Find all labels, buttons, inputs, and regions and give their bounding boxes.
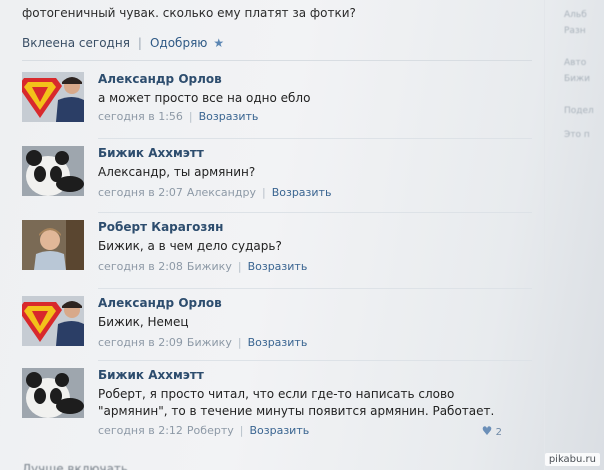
watermark: pikabu.ru: [544, 453, 600, 466]
divider: [22, 60, 532, 61]
comment-author[interactable]: Роберт Карагозян: [98, 220, 223, 234]
comment: Александр Орлов а может просто все на од…: [22, 72, 532, 142]
reply-to[interactable]: Александру: [187, 186, 256, 199]
reply-to[interactable]: Бижику: [187, 260, 232, 273]
comment: Бижик Аххмэтт Роберт, я просто читал, чт…: [22, 360, 532, 448]
comment-footer: сегодня в 2:07 Александру | Возразить: [98, 186, 331, 199]
comment-time[interactable]: сегодня в 2:12: [98, 424, 183, 437]
heart-icon[interactable]: ♥: [482, 424, 493, 438]
superman-avatar[interactable]: [22, 296, 84, 346]
comment: Александр Орлов Бижик, Немец сегодня в 2…: [22, 288, 532, 366]
footer-separator: |: [239, 424, 244, 437]
footer-separator: |: [237, 336, 242, 349]
comment-divider: [98, 288, 532, 289]
post-text: фотогеничный чувак. сколько ему платят з…: [22, 6, 356, 20]
main-column: фотогеничный чувак. сколько ему платят з…: [0, 0, 540, 470]
comment-author[interactable]: Александр Орлов: [98, 72, 222, 86]
comment-author[interactable]: Бижик Аххмэтт: [98, 368, 204, 382]
comment: Роберт Карагозян Бижик, а в чем дело суд…: [22, 212, 532, 290]
child-avatar[interactable]: [22, 220, 84, 270]
reply-button[interactable]: Возразить: [272, 186, 332, 199]
comment-author[interactable]: Бижик Аххмэтт: [98, 146, 204, 160]
comment-text: Александр, ты армянин?: [98, 165, 256, 179]
comment-text: Роберт, я просто читал, что если где-то …: [98, 387, 495, 418]
comment-time[interactable]: сегодня в 1:56: [98, 110, 183, 123]
reply-to[interactable]: Роберту: [187, 424, 234, 437]
comment-footer: сегодня в 2:09 Бижику | Возразить: [98, 336, 307, 349]
sidebar: Альб Разн Авто Бижи Подел Это п: [544, 0, 604, 470]
reply-button[interactable]: Возразить: [248, 260, 308, 273]
comment-time[interactable]: сегодня в 2:07: [98, 186, 183, 199]
sidebar-item[interactable]: Бижи: [564, 74, 590, 84]
footer-separator: |: [188, 110, 193, 123]
comment-text: Бижик, а в чем дело сударь?: [98, 239, 282, 253]
comment-footer: сегодня в 2:08 Бижику | Возразить: [98, 260, 307, 273]
meta-separator: |: [137, 36, 142, 50]
comment-likes[interactable]: ♥ 2: [482, 424, 502, 438]
panda-avatar[interactable]: [22, 368, 84, 418]
comment-footer: сегодня в 1:56 | Возразить: [98, 110, 258, 123]
comment-footer: сегодня в 2:12 Роберту | Возразить: [98, 424, 309, 437]
sidebar-item[interactable]: Альб: [564, 10, 587, 20]
pinned-label: Вклеена сегодня: [22, 36, 130, 50]
footer-separator: |: [237, 260, 242, 273]
reply-button[interactable]: Возразить: [248, 336, 308, 349]
comment-time[interactable]: сегодня в 2:08: [98, 260, 183, 273]
sidebar-item[interactable]: Подел: [564, 106, 594, 116]
panda-avatar[interactable]: [22, 146, 84, 196]
comment-divider: [98, 360, 532, 361]
footer-separator: |: [261, 186, 266, 199]
star-icon[interactable]: ★: [213, 36, 224, 50]
reply-button[interactable]: Возразить: [199, 110, 259, 123]
sidebar-item[interactable]: Это п: [564, 130, 590, 140]
likes-count: 2: [495, 427, 502, 438]
comment-author[interactable]: Александр Орлов: [98, 296, 222, 310]
reply-button[interactable]: Возразить: [249, 424, 309, 437]
reply-to[interactable]: Бижику: [187, 336, 232, 349]
comment-time[interactable]: сегодня в 2:09: [98, 336, 183, 349]
bottom-text: Лучше включать: [22, 462, 128, 470]
screen: фотогеничный чувак. сколько ему платят з…: [0, 0, 604, 470]
comment-divider: [98, 212, 532, 213]
comment-text: Бижик, Немец: [98, 315, 189, 329]
sidebar-item[interactable]: Авто: [564, 58, 586, 68]
sidebar-divider: [544, 0, 545, 470]
comment-divider: [98, 138, 532, 139]
post-meta: Вклеена сегодня | Одобряю ★: [22, 36, 224, 50]
comment-text: а может просто все на одно ебло: [98, 91, 311, 105]
superman-avatar[interactable]: [22, 72, 84, 122]
comment: Бижик Аххмэтт Александр, ты армянин? сег…: [22, 138, 532, 216]
like-button[interactable]: Одобряю: [150, 36, 207, 50]
sidebar-item[interactable]: Разн: [564, 26, 586, 36]
